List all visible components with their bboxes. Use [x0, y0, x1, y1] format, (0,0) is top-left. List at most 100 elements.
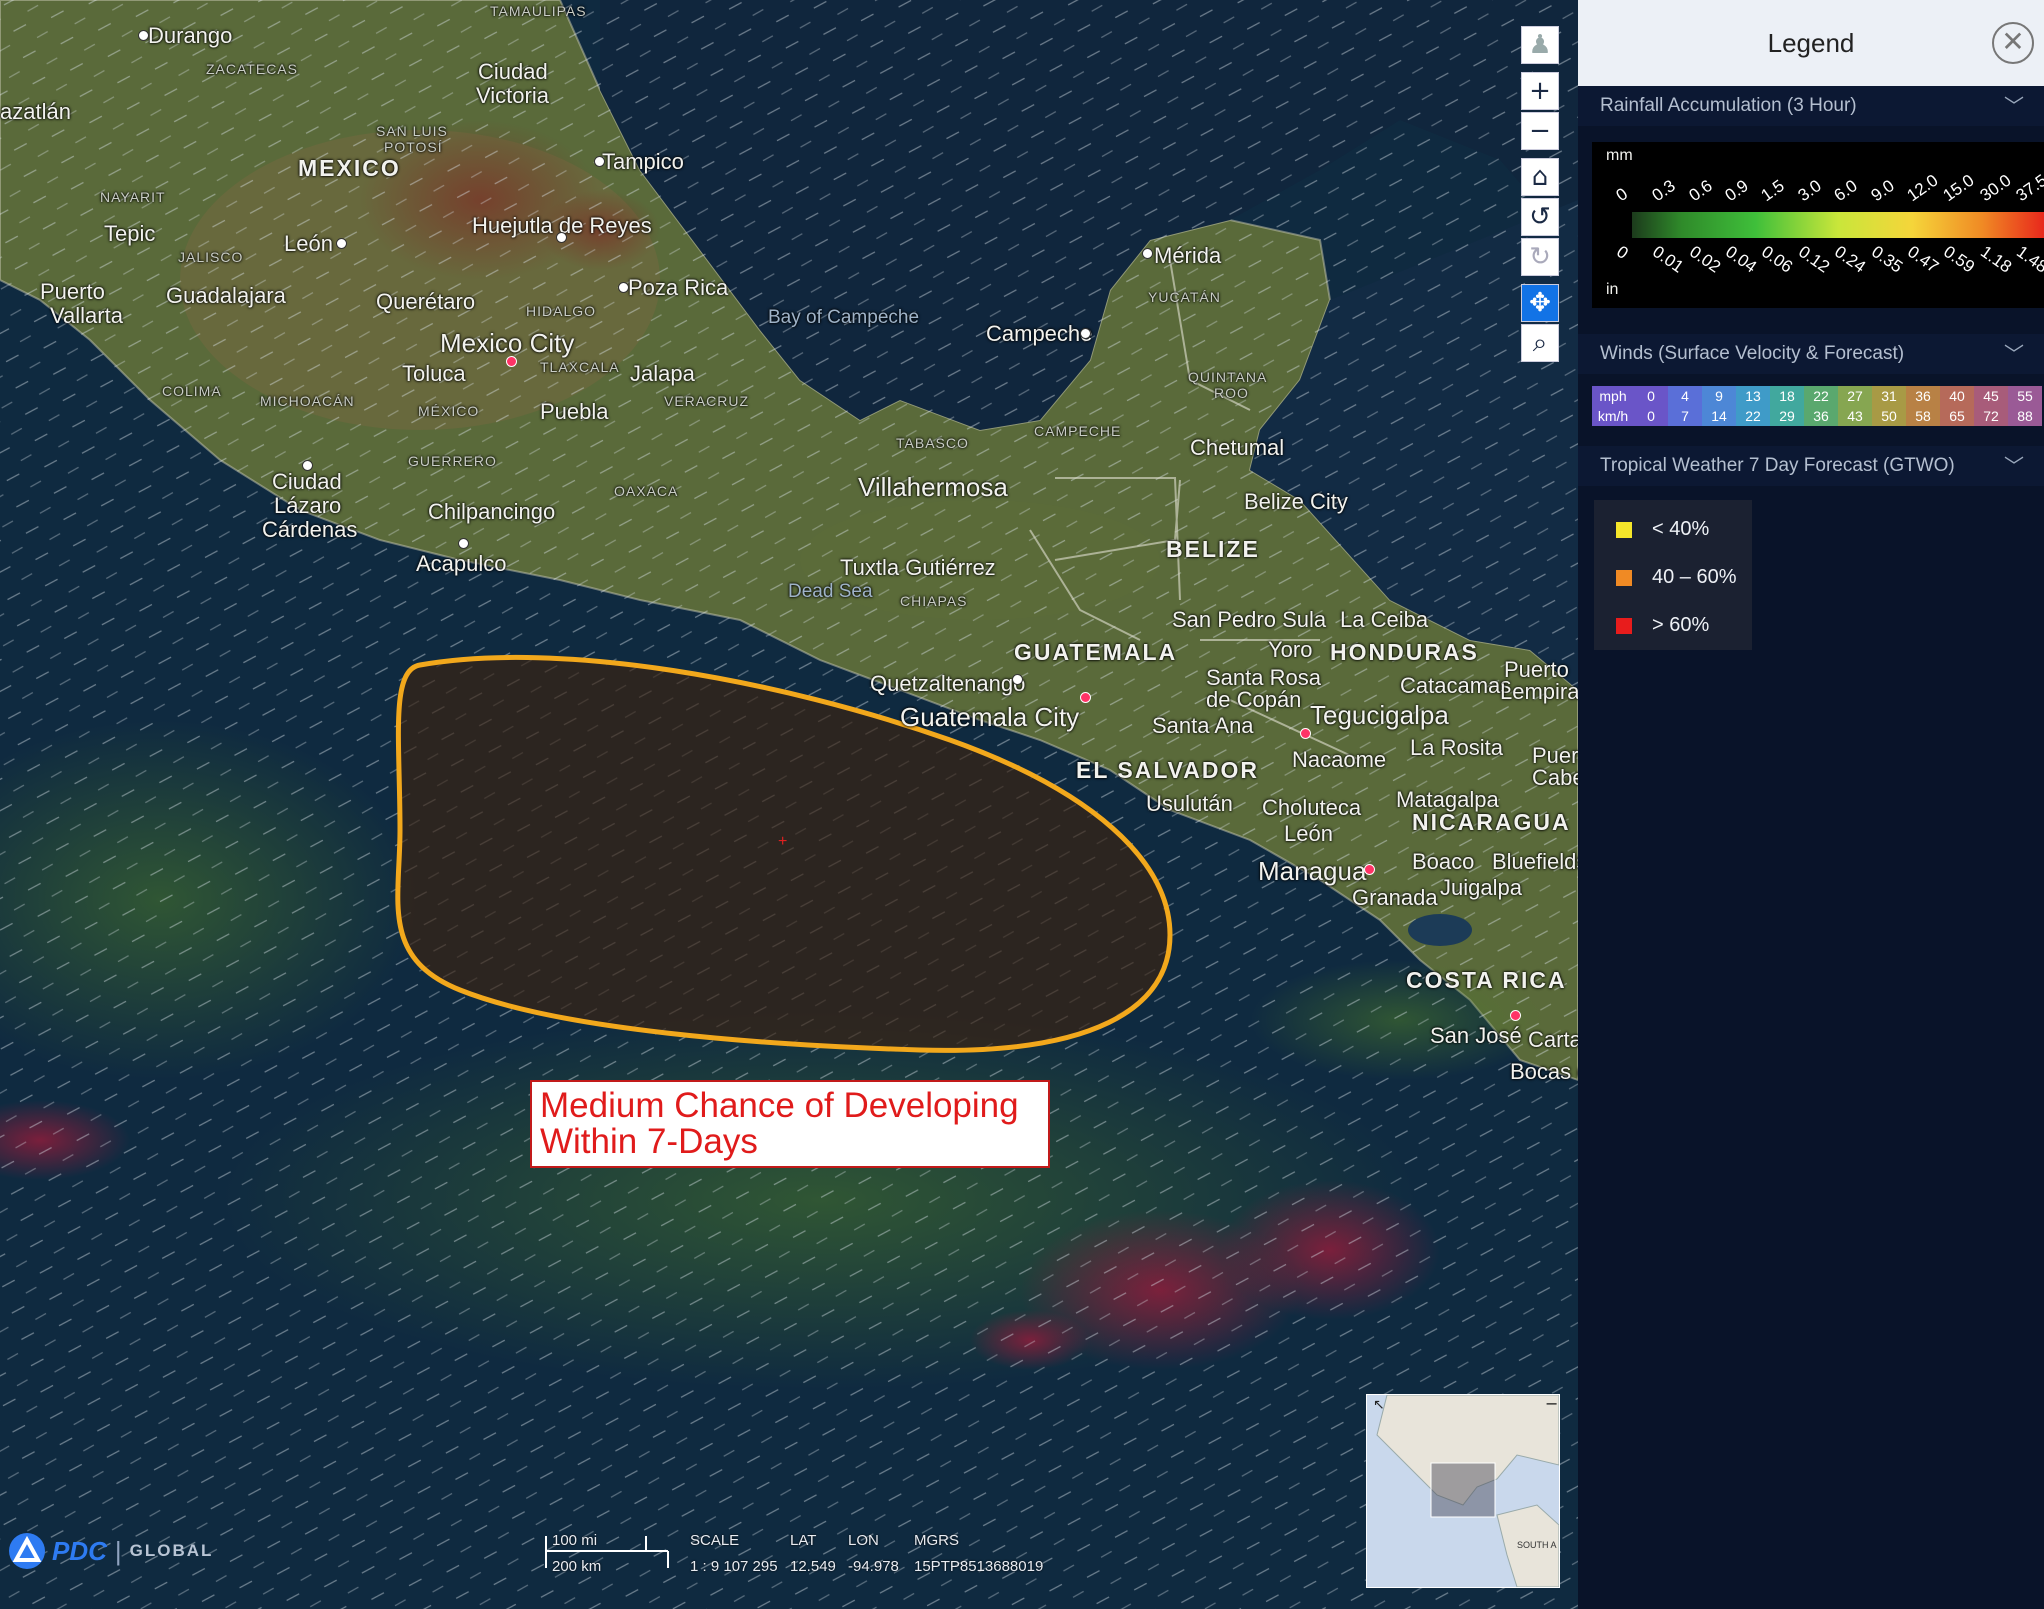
- close-icon[interactable]: ✕: [1992, 22, 2034, 64]
- city-marker: [1364, 864, 1375, 875]
- minimap-collapse-icon: −: [1545, 1395, 1558, 1413]
- section-title: Rainfall Accumulation (3 Hour): [1600, 95, 1857, 116]
- city-label: Juigalpa: [1440, 875, 1522, 900]
- zoom-out-button[interactable]: −: [1521, 112, 1559, 150]
- city-label: Mexico City: [440, 328, 575, 358]
- scale-value: 1 : 9 107 295: [690, 1558, 778, 1575]
- city-label: Yoro: [1268, 637, 1313, 662]
- city-marker: [618, 282, 629, 293]
- city-label: Managua: [1258, 856, 1367, 886]
- logo-text: PDC: [52, 1535, 107, 1566]
- lon-label: LON: [848, 1532, 879, 1549]
- city-marker: [302, 460, 313, 471]
- city-marker: [556, 232, 567, 243]
- wind-mph-value: 55: [2008, 386, 2042, 406]
- zoom-in-button[interactable]: +: [1521, 72, 1559, 110]
- state-label: SAN LUIS: [376, 123, 448, 139]
- country-label: COSTA RICA: [1406, 967, 1567, 993]
- state-label: TAMAULIPAS: [490, 3, 587, 19]
- country-label: GUATEMALA: [1014, 639, 1178, 665]
- wind-kmh-value: 14: [1702, 406, 1736, 426]
- city-label: Cárdenas: [262, 517, 358, 542]
- annotation-line: Medium Chance of Developing: [540, 1086, 1019, 1125]
- chevron-down-icon[interactable]: ﹀: [2004, 450, 2024, 479]
- city-label: San José: [1430, 1023, 1522, 1048]
- city-label: Cabez: [1532, 765, 1578, 790]
- city-label: León: [284, 231, 333, 256]
- legend-panel: Legend ✕ Rainfall Accumulation (3 Hour) …: [1578, 0, 2044, 1609]
- city-label: Puerto: [40, 279, 105, 304]
- redo-extent-button[interactable]: ↻: [1521, 238, 1559, 276]
- pdc-logo-icon: [9, 1533, 45, 1569]
- minimap-extent[interactable]: [1430, 1462, 1496, 1518]
- wind-kmh-value: 36: [1804, 406, 1838, 426]
- state-label: HIDALGO: [526, 303, 597, 319]
- map-view[interactable]: + MEXICO BELIZE GUATEMALA HONDURAS EL SA…: [0, 0, 1578, 1609]
- city-marker: [458, 538, 469, 549]
- city-marker: [138, 30, 149, 41]
- gtwo-section-header[interactable]: Tropical Weather 7 Day Forecast (GTWO) ﹀: [1578, 446, 2044, 486]
- water-label: Dead Sea: [788, 581, 873, 602]
- chevron-down-icon[interactable]: ﹀: [2004, 338, 2024, 367]
- city-label: Toluca: [402, 361, 466, 386]
- gtwo-item: < 40%: [1616, 518, 1709, 541]
- city-marker: [506, 356, 517, 367]
- legend-swatch: [1616, 617, 1632, 634]
- city-label: Bluefields: [1492, 849, 1578, 874]
- city-label: Poza Rica: [628, 275, 729, 300]
- undo-extent-button[interactable]: ↺: [1521, 198, 1559, 236]
- city-marker: [336, 238, 347, 249]
- city-label: Puerto: [1504, 657, 1569, 682]
- city-label: San Pedro Sula: [1172, 607, 1327, 632]
- annotation-line: Within 7-Days: [540, 1122, 758, 1161]
- mgrs-value: 15PTP8513688019: [914, 1558, 1044, 1575]
- city-label: Nacaome: [1292, 747, 1387, 772]
- city-label: Tuxtla Gutiérrez: [840, 555, 996, 580]
- logo-separator: |: [114, 1535, 122, 1566]
- wind-mph-value: 36: [1906, 386, 1940, 406]
- logo-subtext: GLOBAL: [129, 1541, 214, 1560]
- wind-kmh-value: 43: [1838, 406, 1872, 426]
- zoom-box-button[interactable]: ⌕: [1521, 324, 1559, 362]
- city-label: Santa Rosa: [1206, 665, 1321, 690]
- legend-swatch: [1616, 521, 1632, 538]
- pdc-logo[interactable]: PDC | GLOBAL: [8, 1532, 213, 1570]
- city-label: Puert: [1532, 743, 1578, 768]
- city-label: Belize City: [1244, 489, 1348, 514]
- city-label: Vallarta: [50, 303, 123, 328]
- rainfall-scale: mm in 0 0.3 0.6 0.9 1.5 3.0 6.0 9.0 12.0 15.0 30.0…: [1592, 142, 2044, 308]
- city-label: Tegucigalpa: [1310, 700, 1449, 730]
- home-button[interactable]: ⌂: [1521, 158, 1559, 196]
- gtwo-item: 40 – 60%: [1616, 566, 1737, 589]
- city-label: azatlán: [0, 99, 71, 124]
- legend-label: > 60%: [1652, 614, 1710, 636]
- winds-section-header[interactable]: Winds (Surface Velocity & Forecast) ﹀: [1578, 334, 2044, 374]
- wind-kmh-value: 72: [1974, 406, 2008, 426]
- city-label: Tampico: [602, 149, 684, 174]
- city-marker: [1012, 674, 1023, 685]
- water-label: Bay of Campeche: [768, 307, 920, 328]
- legend-header: Legend ✕: [1578, 0, 2044, 86]
- chevron-down-icon[interactable]: ﹀: [2004, 90, 2024, 119]
- wind-mph-value: 22: [1804, 386, 1838, 406]
- state-label: CAMPECHE: [1034, 423, 1122, 439]
- country-label: BELIZE: [1166, 536, 1260, 562]
- legend-label: < 40%: [1652, 518, 1710, 540]
- city-label: Guadalajara: [166, 283, 286, 308]
- overview-minimap[interactable]: ↖ − SOUTH A: [1366, 1394, 1560, 1588]
- minimap-graphic: ↖ −: [1373, 1395, 1559, 1587]
- state-label: COLIMA: [162, 383, 222, 399]
- state-label: POTOSÍ: [384, 139, 443, 155]
- state-label: GUERRERO: [408, 453, 497, 469]
- rainfall-section-header[interactable]: Rainfall Accumulation (3 Hour) ﹀: [1578, 86, 2044, 126]
- city-label: Chilpancingo: [428, 499, 556, 524]
- city-label: Lempira: [1500, 679, 1578, 704]
- street-view-icon[interactable]: ♟: [1521, 26, 1559, 64]
- disturbance-center-marker[interactable]: +: [778, 833, 787, 850]
- city-marker: [1080, 692, 1091, 703]
- city-label: Jalapa: [630, 361, 695, 386]
- pan-tool-button[interactable]: ✥: [1521, 284, 1559, 322]
- city-marker: [1300, 728, 1311, 739]
- section-title: Tropical Weather 7 Day Forecast (GTWO): [1600, 455, 1955, 476]
- wind-kmh-value: 50: [1872, 406, 1906, 426]
